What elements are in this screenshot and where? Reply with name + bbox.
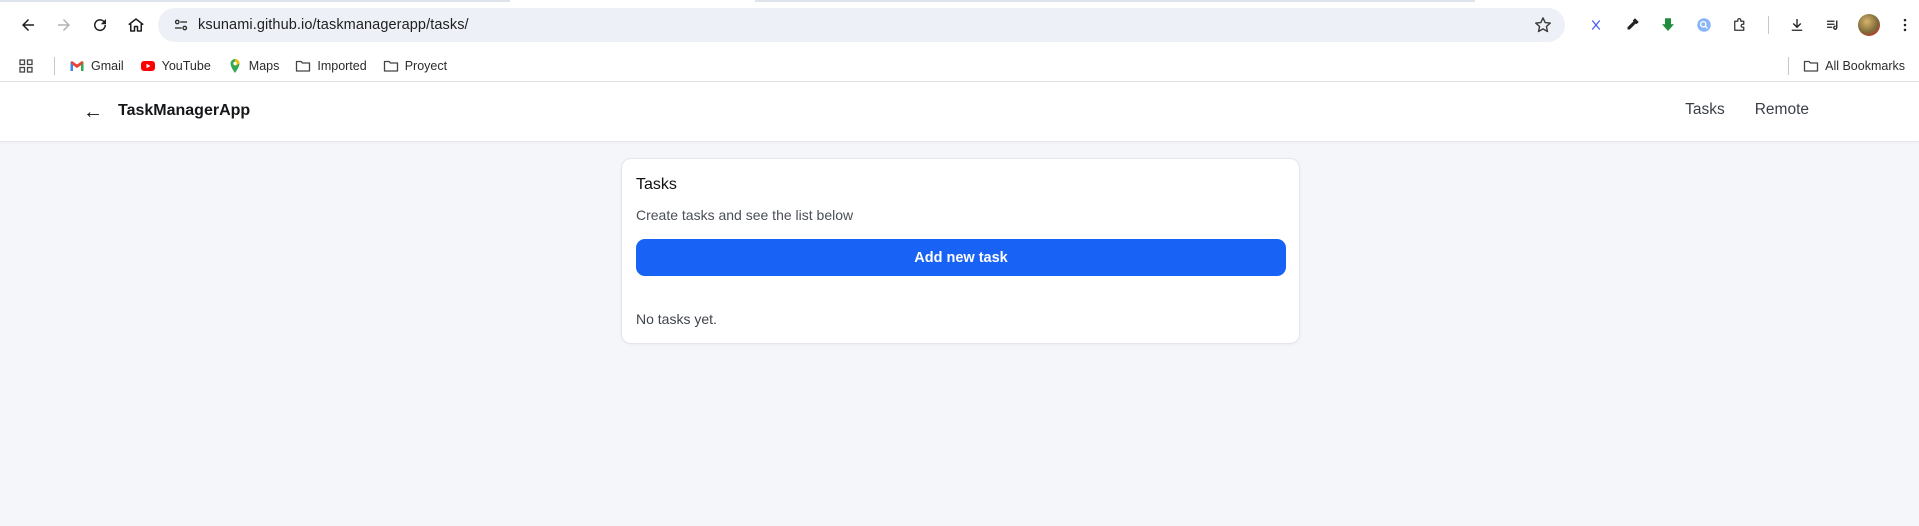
bookmark-label: Maps — [248, 58, 280, 73]
reload-button[interactable] — [82, 7, 118, 43]
tasks-card-title: Tasks — [636, 176, 677, 193]
bookmark-label: YouTube — [161, 58, 211, 73]
nav-link-remote[interactable]: Remote — [1755, 101, 1809, 119]
profile-avatar[interactable] — [1851, 8, 1887, 42]
bookmarks-divider — [1788, 57, 1790, 75]
bookmarks-divider — [54, 56, 55, 75]
toolbar-divider — [1768, 16, 1769, 34]
download-arrow-extension-icon[interactable] — [1650, 8, 1686, 42]
bookmark-gmail[interactable]: Gmail — [61, 53, 132, 79]
add-new-task-button[interactable]: Add new task — [636, 239, 1286, 276]
reading-list-icon[interactable] — [1815, 8, 1851, 42]
apps-button[interactable] — [10, 53, 48, 79]
youtube-icon — [140, 58, 156, 74]
url-text[interactable]: ksunami.github.io/taskmanagerapp/tasks/ — [198, 17, 469, 33]
forward-button[interactable] — [46, 7, 82, 43]
gmail-icon — [69, 58, 85, 74]
empty-tasks-message: No tasks yet. — [636, 311, 717, 327]
reload-icon — [94, 19, 107, 32]
back-arrow-icon[interactable]: ← — [80, 99, 106, 125]
nav-link-tasks[interactable]: Tasks — [1685, 101, 1725, 119]
bookmark-folder-proyect[interactable]: Proyect — [375, 53, 455, 79]
site-info-icon[interactable] — [164, 8, 198, 42]
home-icon — [128, 18, 144, 32]
bookmark-folder-imported[interactable]: Imported — [287, 53, 374, 79]
bookmark-star-icon[interactable] — [1533, 15, 1553, 35]
main-content: Tasks Create tasks and see the list belo… — [0, 142, 1919, 477]
app-nav: Tasks Remote — [1685, 101, 1809, 119]
eyedropper-extension-icon[interactable] — [1614, 8, 1650, 42]
bookmark-label: Imported — [317, 58, 367, 73]
folder-icon — [1803, 58, 1819, 74]
browser-chrome: ksunami.github.io/taskmanagerapp/tasks/ — [0, 0, 1919, 82]
app-brand[interactable]: TaskManagerApp — [118, 102, 250, 120]
tasks-card: Tasks Create tasks and see the list belo… — [621, 158, 1300, 344]
bookmark-label: Gmail — [91, 58, 124, 73]
bookmarks-bar: Gmail YouTube Maps Imported Proyect All … — [0, 50, 1919, 82]
downloads-icon[interactable] — [1779, 8, 1815, 42]
apps-grid-icon — [18, 58, 34, 74]
folder-icon — [383, 58, 399, 74]
arrow-left-icon — [22, 19, 34, 31]
bookmark-youtube[interactable]: YouTube — [132, 53, 219, 79]
browser-toolbar: ksunami.github.io/taskmanagerapp/tasks/ — [0, 0, 1919, 50]
bookmark-label: Proyect — [404, 58, 448, 73]
home-button[interactable] — [118, 7, 154, 43]
address-bar[interactable]: ksunami.github.io/taskmanagerapp/tasks/ — [158, 8, 1565, 42]
back-button[interactable] — [10, 7, 46, 43]
more-menu-icon[interactable] — [1887, 8, 1919, 42]
puzzle-extensions-icon[interactable] — [1722, 8, 1758, 42]
bookmark-maps[interactable]: Maps — [219, 53, 288, 79]
all-bookmarks-button[interactable]: All Bookmarks — [1795, 53, 1913, 79]
extensions-area — [1578, 8, 1919, 42]
maps-icon — [227, 58, 243, 74]
translate-extension-icon[interactable] — [1578, 8, 1614, 42]
folder-icon — [295, 58, 311, 74]
arrow-right-icon — [58, 19, 70, 31]
tasks-card-subtitle: Create tasks and see the list below — [636, 207, 854, 223]
all-bookmarks-label: All Bookmarks — [1825, 59, 1905, 73]
app-header: ← TaskManagerApp Tasks Remote — [0, 82, 1919, 142]
search-extension-icon[interactable] — [1686, 8, 1722, 42]
